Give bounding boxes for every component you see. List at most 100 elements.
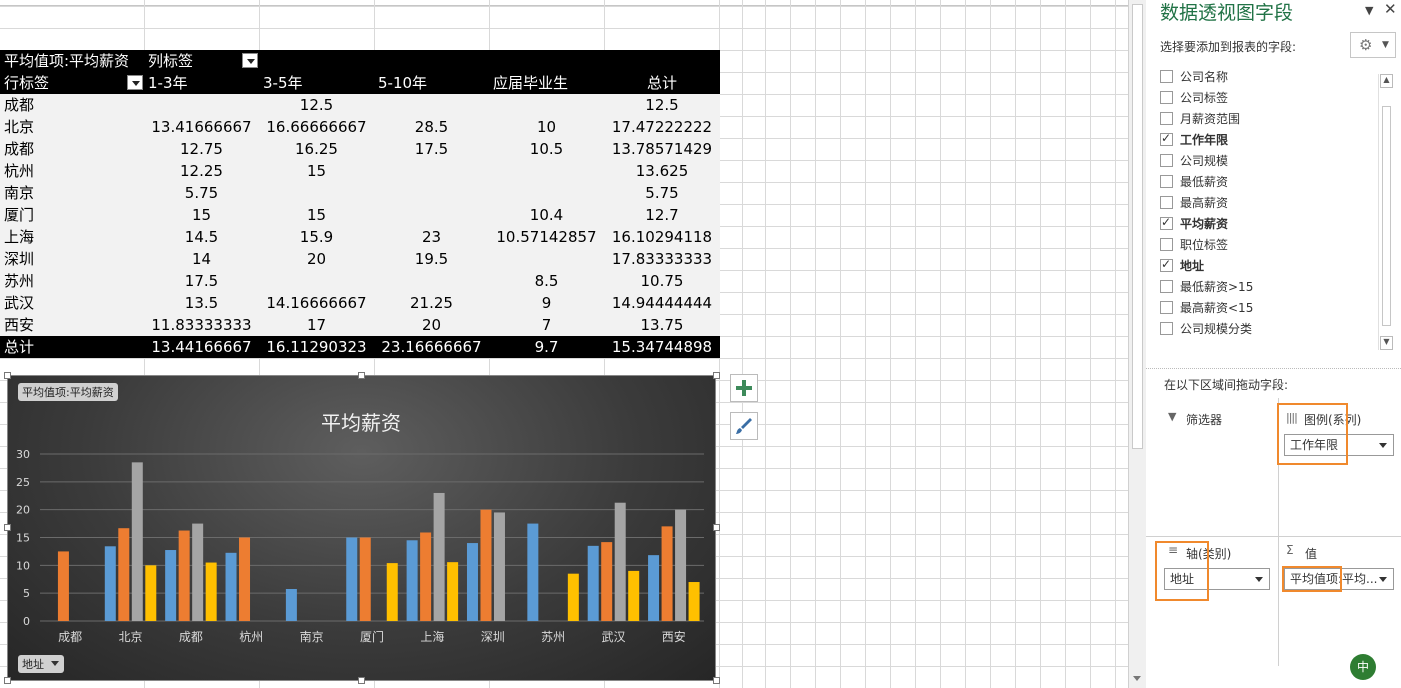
field-item[interactable]: 平均薪资 [1160,213,1380,234]
field-label: 工作年限 [1180,133,1229,147]
chart-elements-button[interactable] [730,374,758,402]
bar-1 [178,530,190,621]
field-item[interactable]: 公司规模 [1160,150,1380,171]
pivot-row-label: 西安 [4,316,35,334]
field-checkbox[interactable] [1160,112,1173,125]
bar-3 [688,582,700,621]
pivot-cell: 5.75 [645,184,679,202]
field-checkbox[interactable] [1160,257,1173,272]
pivot-row-label: 成都 [4,140,35,158]
pivot-table[interactable]: 平均值项:平均薪资 列标签 行标签 1-3年 3-5年 5-10年 应届毕业生 … [0,50,720,358]
field-item[interactable]: 最高薪资 [1160,192,1380,213]
field-list[interactable]: 公司名称公司标签月薪资范围工作年限公司规模最低薪资最高薪资平均薪资职位标签地址最… [1160,70,1380,350]
row-label-filter-dropdown[interactable] [127,75,143,90]
field-item[interactable]: 公司名称 [1160,70,1380,87]
pivot-row: 西安 11.83333333 17 20 7 13.75 [0,314,720,336]
pivot-cell [374,270,489,292]
bar-0 [346,537,358,621]
pivot-cell: 12.7 [645,206,679,224]
pivot-row: 厦门 15 15 10.4 12.7 [0,204,720,226]
field-label: 公司名称 [1180,70,1229,84]
chevron-down-icon [1379,577,1387,582]
pivot-col-header: 总计 [646,74,677,92]
field-checkbox[interactable] [1160,301,1173,314]
pivot-total-row: 总计 13.44166667 16.11290323 23.16666667 9… [0,336,720,358]
value-field-button[interactable]: 平均值项:平均薪资 [18,383,118,401]
pivot-cell [374,94,489,116]
field-item[interactable]: 地址 [1160,255,1380,276]
bar-0 [648,555,660,621]
bar-3 [386,563,398,621]
pivot-cell: 10.57142857 [496,228,597,246]
chart-resize-handle[interactable] [358,677,365,684]
close-icon[interactable]: ✕ [1384,0,1397,18]
field-list-scrollbar[interactable]: ▲ ▼ [1378,74,1393,350]
axis-field-button-label: 地址 [22,658,44,671]
field-checkbox[interactable] [1160,238,1173,251]
field-label: 最低薪资>15 [1180,280,1254,294]
chart-plot: 平均薪资 0 5 10 15 20 25 30 成都 北京 成都 杭州 南京 厦门 上海 深圳 苏州 武汉 西安 [16,411,704,644]
field-item[interactable]: 公司标签 [1160,87,1380,108]
pivot-cell: 17.83333333 [611,250,713,268]
pivot-row: 成都 12.5 12.5 [0,94,720,116]
field-item[interactable]: 最低薪资>15 [1160,276,1380,297]
col-label-filter-dropdown[interactable] [242,53,258,68]
field-label: 地址 [1180,259,1205,273]
pivot-cell: 15 [306,162,327,180]
field-checkbox[interactable] [1160,215,1173,230]
scroll-up-icon[interactable]: ▲ [1380,74,1393,88]
pivot-chart[interactable]: 平均薪资 0 5 10 15 20 25 30 成都 北京 成都 杭州 南京 厦门 上海 深圳 苏州 武汉 西安 平… [7,375,716,681]
field-checkbox[interactable] [1160,196,1173,209]
field-list-scroll-thumb[interactable] [1382,106,1391,326]
grid-column-line [940,0,941,688]
pivot-row: 苏州 17.5 8.5 10.75 [0,270,720,292]
pivot-header-row-2: 行标签 1-3年 3-5年 5-10年 应届毕业生 总计 [0,72,720,94]
grid-column-line [765,0,766,688]
scroll-down-icon[interactable] [1133,676,1141,681]
vertical-scrollbar[interactable] [1128,0,1146,688]
field-label: 公司规模 [1180,154,1229,168]
pivot-row: 杭州 12.25 15 13.625 [0,160,720,182]
pivot-cell: 15.9 [299,228,334,246]
pivot-total-label: 总计 [4,338,35,356]
chart-resize-handle[interactable] [4,372,11,379]
bar-2 [493,512,505,621]
field-checkbox[interactable] [1160,131,1173,146]
axis-field-button[interactable]: 地址 [18,655,64,673]
pivot-cell [259,182,374,204]
field-checkbox[interactable] [1160,91,1173,104]
chart-styles-button[interactable] [730,412,758,440]
chart-resize-handle[interactable] [713,677,720,684]
chart-resize-handle[interactable] [358,372,365,379]
bar-0 [165,550,177,621]
field-item[interactable]: 最高薪资<15 [1160,297,1380,318]
pane-tools-button[interactable]: ⚙ ▼ [1350,32,1396,58]
field-item[interactable]: 工作年限 [1160,129,1380,150]
worksheet-grid[interactable]: 平均值项:平均薪资 列标签 行标签 1-3年 3-5年 5-10年 应届毕业生 … [0,0,1128,688]
pane-options-arrow-icon[interactable]: ▼ [1365,4,1373,17]
field-item[interactable]: 公司规模分类 [1160,318,1380,339]
chart-resize-handle[interactable] [4,524,11,531]
scrollbar-thumb[interactable] [1132,4,1143,449]
grid-column-line [815,0,816,688]
pivot-cell [489,182,604,204]
field-item[interactable]: 职位标签 [1160,234,1380,255]
x-tick-label: 厦门 [360,629,384,644]
bar-0 [587,545,599,621]
pivot-cell: 10.4 [529,206,564,224]
chart-resize-handle[interactable] [4,677,11,684]
chart-resize-handle[interactable] [713,372,720,379]
pivot-body: 成都 12.5 12.5 北京 13.41666667 16.66666667 28.5 10… [0,94,720,336]
field-checkbox[interactable] [1160,70,1173,83]
field-item[interactable]: 月薪资范围 [1160,108,1380,129]
chart-resize-handle[interactable] [713,524,720,531]
field-checkbox[interactable] [1160,280,1173,293]
grid-column-line [915,0,916,688]
scroll-down-icon[interactable]: ▼ [1380,336,1393,350]
field-checkbox[interactable] [1160,322,1173,335]
ime-badge[interactable]: 中 [1350,654,1376,680]
field-checkbox[interactable] [1160,175,1173,188]
bar-3 [447,562,459,621]
field-checkbox[interactable] [1160,154,1173,167]
field-item[interactable]: 最低薪资 [1160,171,1380,192]
